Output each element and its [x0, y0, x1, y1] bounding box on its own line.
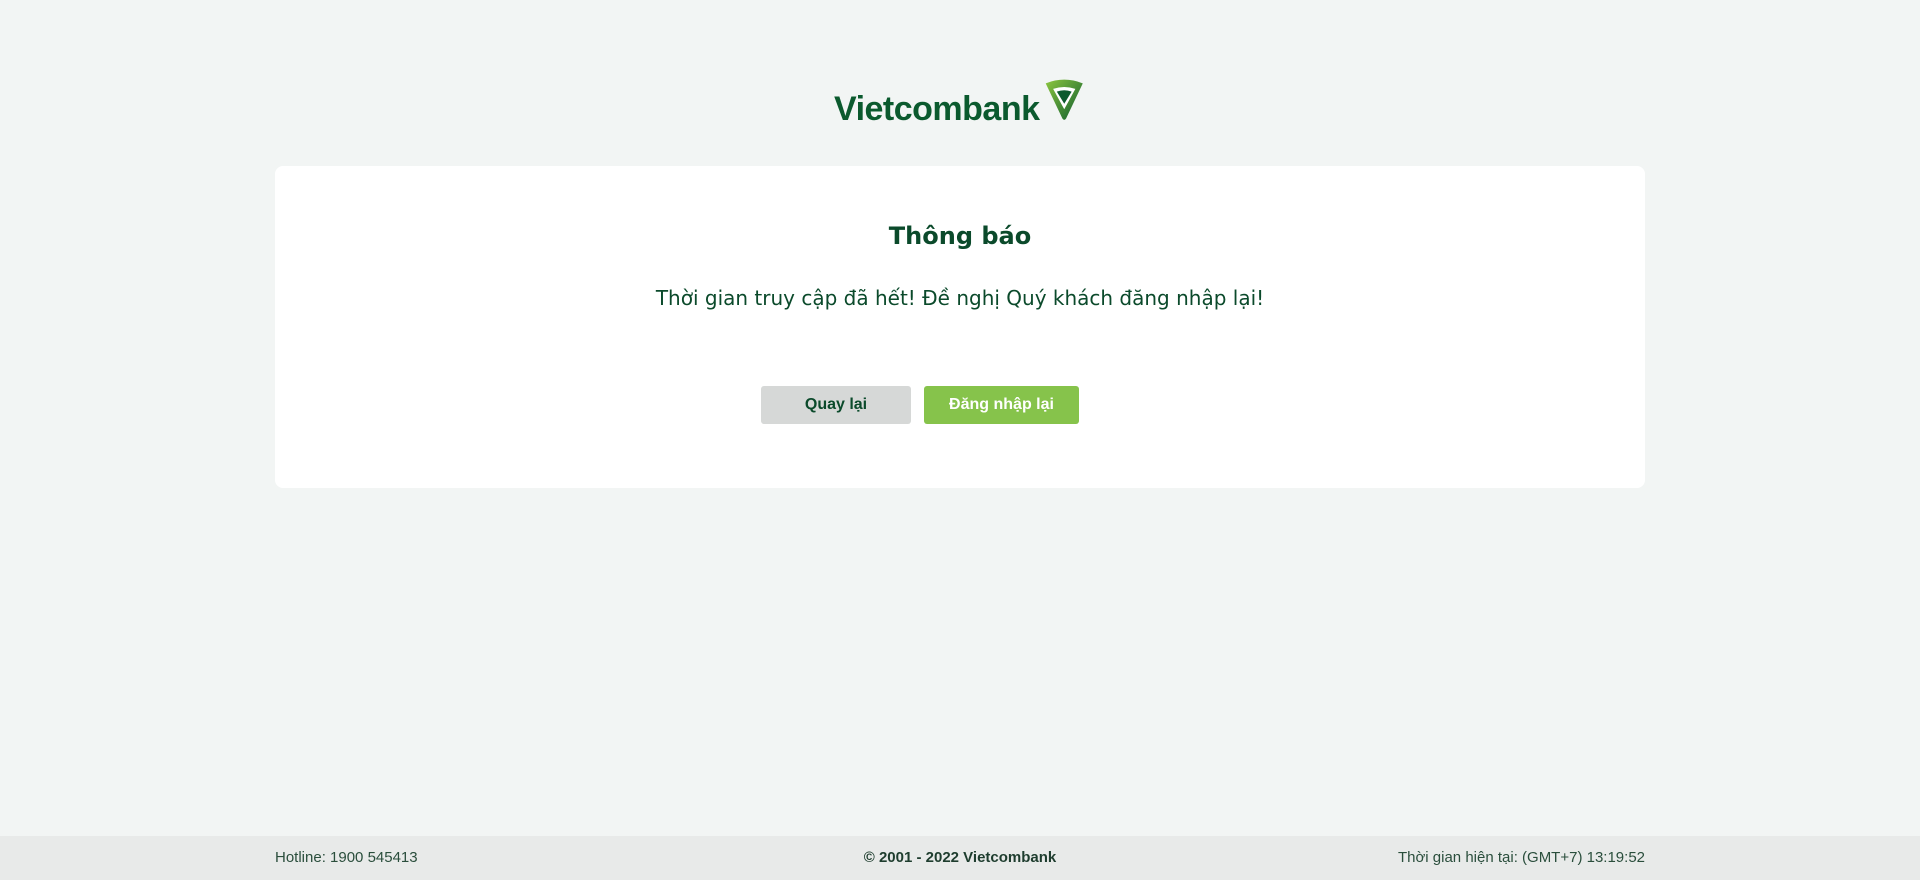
session-expired-message: Thời gian truy cập đã hết! Đề nghị Quý k…: [655, 286, 1265, 310]
vietcombank-logo: Vietcombank: [834, 79, 1086, 132]
notice-card: Thông báo Thời gian truy cập đã hết! Đề …: [275, 166, 1645, 488]
back-button[interactable]: Quay lại: [761, 386, 911, 424]
vietcombank-emblem-icon: [1045, 79, 1083, 120]
footer: Hotline: 1900 545413 © 2001 - 2022 Vietc…: [0, 836, 1920, 880]
notice-title: Thông báo: [888, 222, 1032, 250]
logo-wordmark: Vietcombank: [834, 90, 1040, 128]
current-time-text: Thời gian hiện tại: (GMT+7) 13:19:52: [1397, 849, 1645, 866]
login-again-button[interactable]: Đăng nhập lại: [924, 386, 1079, 424]
